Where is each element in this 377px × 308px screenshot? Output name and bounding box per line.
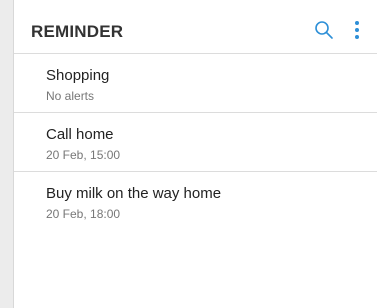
reminder-list: Shopping No alerts Call home 20 Feb, 15:… [14, 54, 377, 231]
search-icon [315, 21, 333, 39]
reminder-alert-time: 20 Feb, 15:00 [46, 148, 121, 162]
list-item[interactable]: Call home 20 Feb, 15:00 [14, 113, 377, 172]
reminder-panel: REMINDER Shopping No alerts Call home 20… [13, 0, 377, 308]
reminder-alert-time: No alerts [46, 89, 95, 103]
search-button[interactable] [312, 18, 336, 42]
reminder-title: Call home [46, 126, 114, 143]
reminder-title: Shopping [46, 67, 110, 84]
more-vert-icon [355, 21, 359, 39]
page-title: REMINDER [31, 22, 124, 41]
list-item[interactable]: Buy milk on the way home 20 Feb, 18:00 [14, 172, 377, 231]
more-options-button[interactable] [347, 18, 367, 42]
app-header: REMINDER [14, 0, 377, 54]
reminder-title: Buy milk on the way home [46, 185, 222, 202]
reminder-alert-time: 20 Feb, 18:00 [46, 207, 121, 221]
list-item[interactable]: Shopping No alerts [14, 54, 377, 113]
